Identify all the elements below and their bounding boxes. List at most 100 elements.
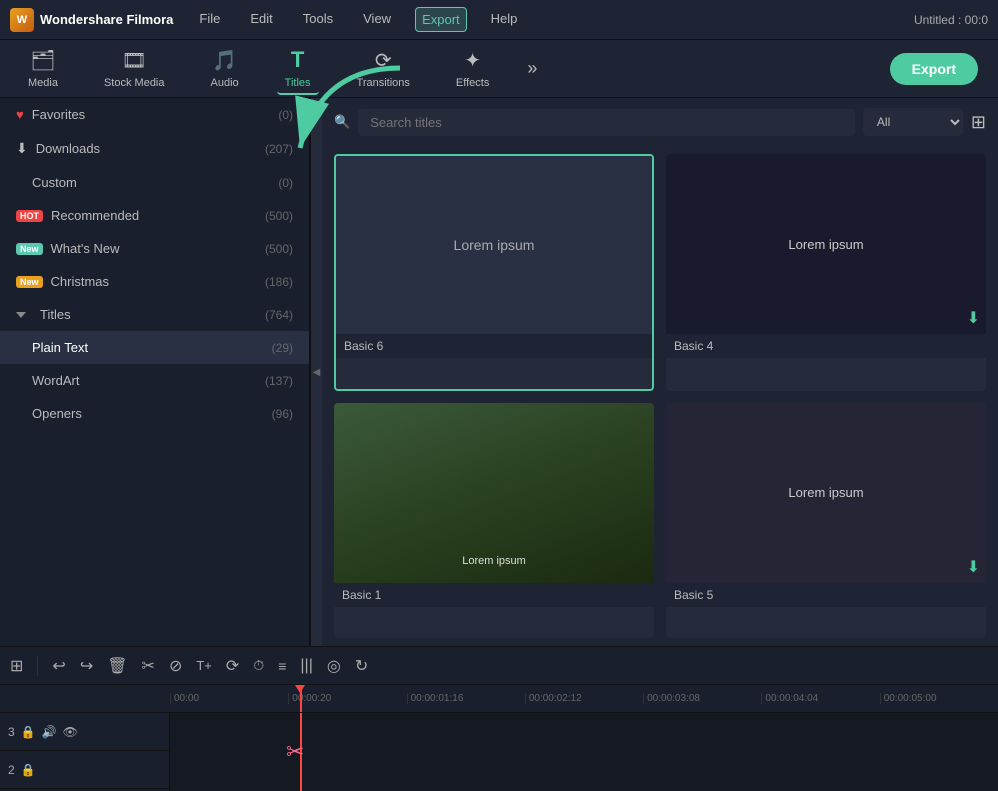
- bars-icon[interactable]: |||: [300, 657, 312, 675]
- text-add-icon[interactable]: T+: [196, 658, 212, 673]
- download-basic4-btn[interactable]: ⬇: [967, 308, 980, 328]
- target-icon[interactable]: ◎: [327, 656, 341, 676]
- heart-icon: ♥: [16, 107, 24, 122]
- toolbar-transitions[interactable]: ⟳ Transitions: [349, 44, 418, 93]
- redo-icon[interactable]: ↪: [80, 656, 93, 676]
- search-input[interactable]: [358, 109, 855, 136]
- sidebar-item-whats-new[interactable]: New What's New (500): [0, 232, 309, 265]
- adjust-icon[interactable]: ≡: [278, 658, 286, 674]
- transitions-icon: ⟳: [375, 48, 392, 73]
- favorites-label: Favorites: [32, 107, 85, 122]
- thumb-basic1-img: Lorem ipsum: [334, 403, 654, 583]
- filter-select[interactable]: All Favorites Downloads: [863, 108, 963, 136]
- thumb-basic5[interactable]: Lorem ipsum ⬇ Basic 5: [666, 403, 986, 638]
- thumb-basic4[interactable]: Lorem ipsum ⬇ Basic 4: [666, 154, 986, 391]
- thumb-basic5-label: Basic 5: [666, 583, 986, 607]
- thumb-basic1[interactable]: Lorem ipsum Basic 1: [334, 403, 654, 638]
- christmas-label: Christmas: [51, 274, 110, 289]
- new-badge-whats: New: [16, 243, 43, 255]
- timeline-toolbar: ⊞ ↩ ↪ 🗑 ✂ ⊘ T+ ⟳ ⏱ ≡ ||| ◎ ↻: [0, 647, 998, 685]
- menu-edit[interactable]: Edit: [244, 7, 278, 32]
- track1-audio[interactable]: 🔊: [42, 725, 57, 739]
- titles-label: Titles: [285, 77, 311, 89]
- grid-toggle-icon[interactable]: ⊞: [971, 112, 986, 133]
- thumb-basic4-label: Basic 4: [666, 334, 986, 358]
- rotate-icon[interactable]: ⟳: [226, 656, 239, 676]
- recommended-label: Recommended: [51, 208, 139, 223]
- custom-count: (0): [278, 176, 293, 190]
- sidebar-item-christmas[interactable]: New Christmas (186): [0, 265, 309, 298]
- toolbar-more[interactable]: »: [527, 58, 537, 79]
- sidebar-item-favorites[interactable]: ♥ Favorites (0): [0, 98, 309, 131]
- search-icon: 🔍: [334, 114, 350, 130]
- timeline: ⊞ ↩ ↪ 🗑 ✂ ⊘ T+ ⟳ ⏱ ≡ ||| ◎ ↻ 00:00 00:00…: [0, 646, 998, 791]
- thumb-basic1-text: Lorem ipsum: [462, 555, 526, 567]
- export-button[interactable]: Export: [890, 53, 978, 85]
- custom-label: Custom: [32, 175, 77, 190]
- toolbar-stock-media[interactable]: 🎞 Stock Media: [96, 44, 173, 93]
- track-row-2: 2 🔒: [0, 751, 169, 789]
- undo-icon[interactable]: ↩: [52, 656, 65, 676]
- track-controls: 3 🔒 🔊 👁 2 🔒: [0, 713, 170, 791]
- logo-icon: W: [10, 8, 34, 32]
- track-row-1: 3 🔒 🔊 👁: [0, 713, 169, 751]
- sidebar-item-custom[interactable]: Custom (0): [0, 166, 309, 199]
- track-area: ✂: [170, 713, 998, 791]
- thumb-basic4-text: Lorem ipsum: [788, 237, 863, 252]
- thumb-basic5-text: Lorem ipsum: [788, 485, 863, 500]
- refresh-icon[interactable]: ↻: [355, 656, 368, 676]
- toolbar-titles[interactable]: T Titles: [277, 43, 319, 95]
- search-bar: 🔍 All Favorites Downloads ⊞: [322, 98, 998, 146]
- new-badge-christmas: New: [16, 276, 43, 288]
- effects-label: Effects: [456, 77, 489, 89]
- sidebar-item-wordart[interactable]: WordArt (137): [0, 364, 309, 397]
- media-label: Media: [28, 77, 58, 89]
- grid-view-icon[interactable]: ⊞: [10, 656, 23, 676]
- toolbar: 🗂 Media 🎞 Stock Media 🎵 Audio T Titles ⟳…: [0, 40, 998, 98]
- titles-count: (764): [265, 308, 293, 322]
- sidebar-item-recommended[interactable]: HOT Recommended (500): [0, 199, 309, 232]
- thumb-basic6-text: Lorem ipsum: [454, 237, 535, 253]
- ruler-00: 00:00: [170, 693, 288, 704]
- transitions-label: Transitions: [357, 77, 410, 89]
- stock-media-icon: 🎞: [122, 48, 147, 73]
- no-entry-icon[interactable]: ⊘: [169, 656, 182, 676]
- sidebar-item-downloads[interactable]: ⬇ Downloads (207): [0, 131, 309, 166]
- titles-icon: T: [291, 47, 304, 73]
- menu-export[interactable]: Export: [415, 7, 467, 32]
- track1-eye[interactable]: 👁: [63, 725, 78, 739]
- toolbar-media[interactable]: 🗂 Media: [20, 44, 66, 93]
- audio-label: Audio: [211, 77, 239, 89]
- hot-badge: HOT: [16, 210, 43, 222]
- menu-view[interactable]: View: [357, 7, 397, 32]
- menu-help[interactable]: Help: [485, 7, 524, 32]
- sidebar-item-plain-text[interactable]: Plain Text (29): [0, 331, 309, 364]
- delete-icon[interactable]: 🗑: [107, 656, 127, 676]
- track1-num: 3: [8, 725, 15, 739]
- recommended-count: (500): [265, 209, 293, 223]
- thumb-basic6[interactable]: Lorem ipsum Basic 6: [334, 154, 654, 391]
- openers-count: (96): [272, 407, 293, 421]
- wordart-label: WordArt: [32, 373, 79, 388]
- content-panel: 🔍 All Favorites Downloads ⊞ Lorem ipsum …: [322, 98, 998, 646]
- track1-lock[interactable]: 🔒: [21, 725, 36, 739]
- menu-tools[interactable]: Tools: [297, 7, 339, 32]
- triangle-icon: [16, 312, 26, 318]
- wordart-count: (137): [265, 374, 293, 388]
- download-basic5-btn[interactable]: ⬇: [967, 557, 980, 577]
- track2-lock[interactable]: 🔒: [21, 763, 36, 777]
- main-area: ♥ Favorites (0) ⬇ Downloads (207) Custom…: [0, 98, 998, 646]
- menu-file[interactable]: File: [193, 7, 226, 32]
- cut-icon[interactable]: ✂: [142, 656, 155, 676]
- collapse-handle[interactable]: ◀: [310, 98, 322, 646]
- thumbnail-grid: Lorem ipsum Basic 6 Lorem ipsum ⬇ Basic …: [322, 146, 998, 646]
- sidebar-item-openers[interactable]: Openers (96): [0, 397, 309, 430]
- sidebar-item-titles-group[interactable]: Titles (764): [0, 298, 309, 331]
- toolbar-effects[interactable]: ✦ Effects: [448, 44, 497, 93]
- toolbar-audio[interactable]: 🎵 Audio: [203, 44, 247, 93]
- openers-label: Openers: [32, 406, 82, 421]
- media-icon: 🗂: [30, 48, 55, 73]
- timer-icon[interactable]: ⏱: [253, 657, 264, 674]
- stock-media-label: Stock Media: [104, 77, 165, 89]
- downloads-label: Downloads: [36, 141, 100, 156]
